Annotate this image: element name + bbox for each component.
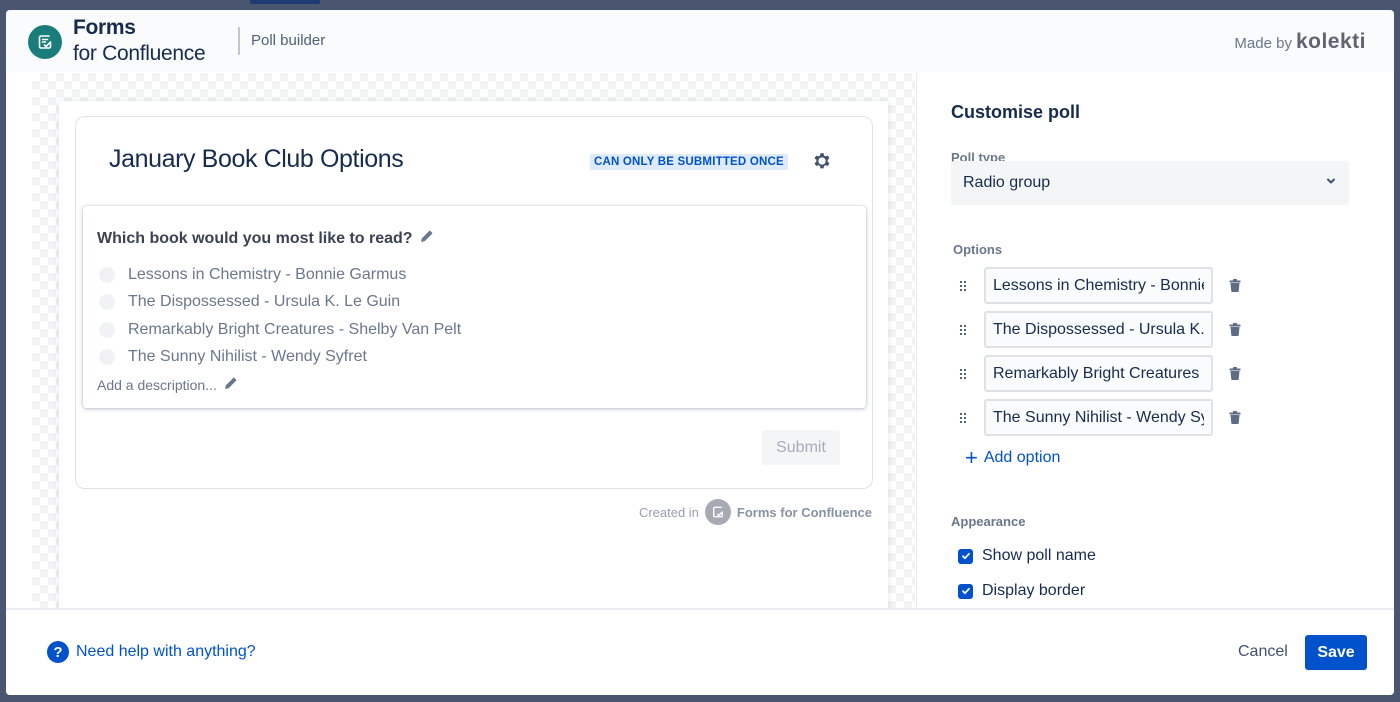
- option-editor-row: [957, 311, 1242, 348]
- question-circle-icon: ?: [47, 641, 69, 663]
- help-label: Need help with anything?: [76, 643, 256, 660]
- pencil-icon[interactable]: [223, 376, 238, 394]
- checkbox-checked[interactable]: [958, 583, 973, 599]
- trash-icon[interactable]: [1228, 323, 1242, 336]
- option-editor-row: [957, 355, 1242, 392]
- checkbox-checked[interactable]: [958, 548, 973, 564]
- radio-button[interactable]: [99, 294, 115, 311]
- modal-header: Forms for Confluence Poll builder Made b…: [6, 10, 1394, 72]
- question-text: Which book would you most like to read?: [97, 230, 413, 247]
- show-poll-name-checkbox[interactable]: Show poll name: [958, 547, 1096, 565]
- trash-icon[interactable]: [1228, 367, 1242, 380]
- plus-icon: +: [965, 445, 978, 470]
- drag-handle-icon[interactable]: [957, 412, 969, 424]
- poll-title: January Book Club Options: [109, 145, 404, 173]
- option-label: The Sunny Nihilist - Wendy Syfret: [128, 348, 367, 366]
- created-in-footer: Created in Forms for Confluence: [639, 499, 872, 525]
- drag-handle-icon[interactable]: [957, 280, 969, 292]
- poll-settings-button[interactable]: [810, 151, 834, 175]
- option-input[interactable]: [984, 311, 1213, 348]
- option-input[interactable]: [984, 399, 1213, 436]
- add-option-label: Add option: [983, 449, 1061, 466]
- made-by[interactable]: Made by kolekti: [1234, 30, 1366, 54]
- preview-option[interactable]: Remarkably Bright Creatures - Shelby Van…: [99, 316, 461, 344]
- options-label: Options: [953, 242, 1003, 257]
- created-in-brand: Forms for Confluence: [736, 504, 872, 520]
- brand-line1: Forms: [73, 16, 136, 39]
- option-editor-row: [957, 399, 1242, 436]
- checkbox-label: Display border: [982, 582, 1086, 599]
- header-subtitle: Poll builder: [251, 32, 326, 49]
- add-description[interactable]: Add a description...: [97, 376, 238, 394]
- radio-button[interactable]: [99, 321, 115, 338]
- poll-builder-modal: Forms for Confluence Poll builder Made b…: [6, 10, 1394, 695]
- poll-type-value: Radio group: [963, 174, 1051, 191]
- drag-handle-icon[interactable]: [957, 324, 969, 336]
- preview-options-list: Lessons in Chemistry - Bonnie Garmus The…: [99, 261, 461, 371]
- checkbox-label: Show poll name: [982, 547, 1096, 564]
- help-link[interactable]: ? Need help with anything?: [47, 641, 256, 663]
- modal-footer: ? Need help with anything? Cancel Save: [6, 608, 1394, 695]
- appearance-label: Appearance: [951, 514, 1026, 529]
- option-label: Remarkably Bright Creatures - Shelby Van…: [128, 320, 462, 338]
- option-input[interactable]: [984, 267, 1213, 304]
- made-by-label: Made by: [1234, 35, 1292, 52]
- display-border-checkbox[interactable]: Display border: [958, 582, 1085, 600]
- backdrop-active-tab: [250, 0, 320, 4]
- poll-card: January Book Club Options CAN ONLY BE SU…: [75, 116, 873, 489]
- preview-option[interactable]: The Dispossessed - Ursula K. Le Guin: [99, 289, 461, 317]
- form-edit-icon: [704, 499, 731, 525]
- customise-sidebar: Customise poll Poll type Radio group Opt…: [916, 72, 1394, 608]
- description-placeholder: Add a description...: [97, 377, 217, 393]
- option-label: Lessons in Chemistry - Bonnie Garmus: [128, 265, 407, 283]
- trash-icon[interactable]: [1228, 279, 1242, 292]
- preview-area: January Book Club Options CAN ONLY BE SU…: [32, 73, 915, 621]
- brand-name: Forms for Confluence: [73, 15, 206, 67]
- preview-option[interactable]: Lessons in Chemistry - Bonnie Garmus: [99, 261, 461, 289]
- radio-button[interactable]: [99, 349, 115, 366]
- header-divider: [238, 27, 240, 55]
- kolekti-logo[interactable]: kolekti: [1296, 30, 1366, 54]
- chevron-down-icon: [1325, 174, 1337, 192]
- trash-icon[interactable]: [1228, 411, 1242, 424]
- drag-handle-icon[interactable]: [957, 368, 969, 380]
- form-edit-icon: [28, 25, 62, 59]
- question-block[interactable]: Which book would you most like to read? …: [83, 206, 866, 408]
- gear-icon: [811, 150, 833, 177]
- save-button[interactable]: Save: [1305, 635, 1367, 670]
- sidebar-title: Customise poll: [951, 102, 1081, 122]
- preview-option[interactable]: The Sunny Nihilist - Wendy Syfret: [99, 344, 461, 372]
- submission-limit-badge: CAN ONLY BE SUBMITTED ONCE: [590, 154, 788, 170]
- submit-button[interactable]: Submit: [762, 430, 840, 465]
- brand-line2: for Confluence: [73, 42, 206, 65]
- preview-page: January Book Club Options CAN ONLY BE SU…: [59, 101, 888, 621]
- created-in-label: Created in: [638, 504, 699, 520]
- option-input[interactable]: [984, 355, 1213, 392]
- option-editor-row: [957, 267, 1242, 304]
- question-label[interactable]: Which book would you most like to read?: [97, 229, 434, 249]
- poll-type-select[interactable]: Radio group: [951, 161, 1349, 205]
- pencil-icon[interactable]: [419, 229, 434, 249]
- add-option-button[interactable]: + Add option: [965, 445, 1061, 470]
- radio-button[interactable]: [99, 266, 115, 283]
- cancel-button[interactable]: Cancel: [1230, 635, 1296, 669]
- option-label: The Dispossessed - Ursula K. Le Guin: [128, 293, 401, 311]
